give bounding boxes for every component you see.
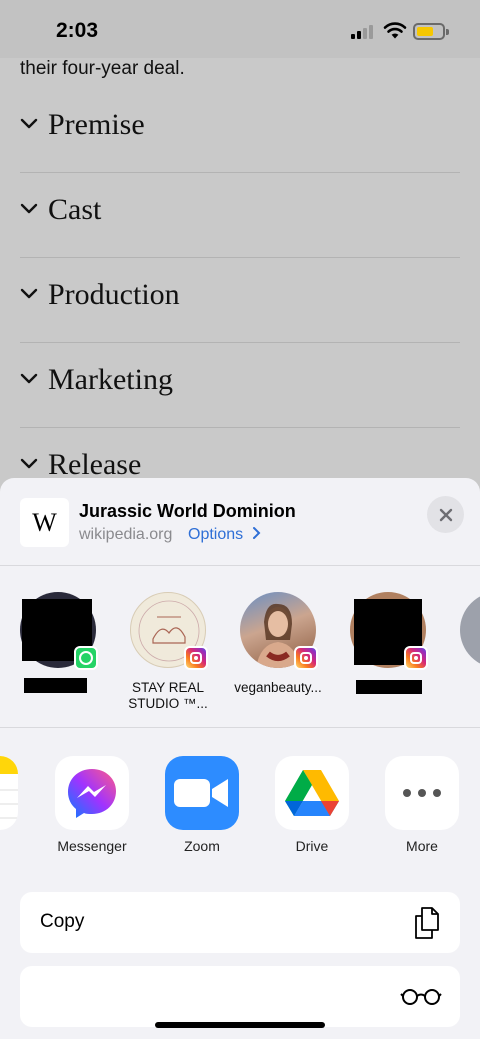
app-label: More [406,838,438,854]
contact-name: STAY REAL STUDIO ™... [128,680,208,711]
article-content: their four-year deal. Premise Cast Produ… [0,58,480,478]
chevron-down-icon [20,203,38,214]
section-marketing[interactable]: Marketing [20,343,460,428]
drive-app-icon[interactable] [275,756,349,830]
section-label: Marketing [48,363,173,396]
chevron-down-icon [20,458,38,469]
messenger-app-icon[interactable] [55,756,129,830]
section-premise[interactable]: Premise [20,88,460,173]
battery-icon [413,23,449,40]
chevron-down-icon [20,373,38,384]
instagram-icon [184,646,208,670]
redacted-name [24,678,87,693]
avatar[interactable] [460,592,480,668]
app-label: Drive [295,838,329,854]
close-button[interactable] [427,496,464,533]
section-release[interactable]: Release [20,428,460,478]
shared-page-title: Jurassic World Dominion [79,501,296,521]
app-label: Zoom [184,838,220,854]
notes-app-icon[interactable] [0,756,18,830]
section-production[interactable]: Production [20,258,460,343]
whatsapp-icon [74,646,98,670]
section-label: Release [48,448,142,478]
redacted-name [356,680,422,694]
wifi-icon [383,22,407,39]
chevron-right-icon [252,527,261,539]
reading-list-action[interactable] [20,966,460,1027]
chevron-down-icon [20,288,38,299]
status-time: 2:03 [56,19,99,42]
more-icon[interactable] [385,756,459,830]
close-icon [439,508,452,521]
contact-name: veganbeauty... [234,680,322,695]
wikipedia-logo-icon: W [20,498,69,547]
section-label: Premise [48,108,145,141]
contacts-row: STAY REAL STUDIO ™... veganbeauty... [0,566,480,728]
share-sheet-header: W Jurassic World Dominion wikipedia.org … [0,478,480,566]
shared-page-domain: wikipedia.org [79,526,173,543]
copy-icon [415,907,439,939]
options-label: Options [188,526,244,543]
apps-row: Messenger Zoom Drive More [0,728,480,868]
chevron-down-icon [20,118,38,129]
copy-action[interactable]: Copy [20,892,460,953]
instagram-icon [294,646,318,670]
zoom-app-icon[interactable] [165,756,239,830]
reading-glasses-icon [400,989,442,1005]
options-button[interactable]: Options [188,526,262,544]
article-text: their four-year deal. [20,58,185,79]
section-label: Cast [48,193,102,226]
app-label: Messenger [57,838,127,854]
share-sheet: W Jurassic World Dominion wikipedia.org … [0,478,480,1039]
action-label: Copy [40,911,85,932]
status-bar: 2:03 [0,0,480,58]
section-cast[interactable]: Cast [20,173,460,258]
instagram-icon [404,646,428,670]
section-label: Production [48,278,180,311]
cellular-signal-icon [351,25,375,39]
home-indicator[interactable] [155,1022,325,1028]
